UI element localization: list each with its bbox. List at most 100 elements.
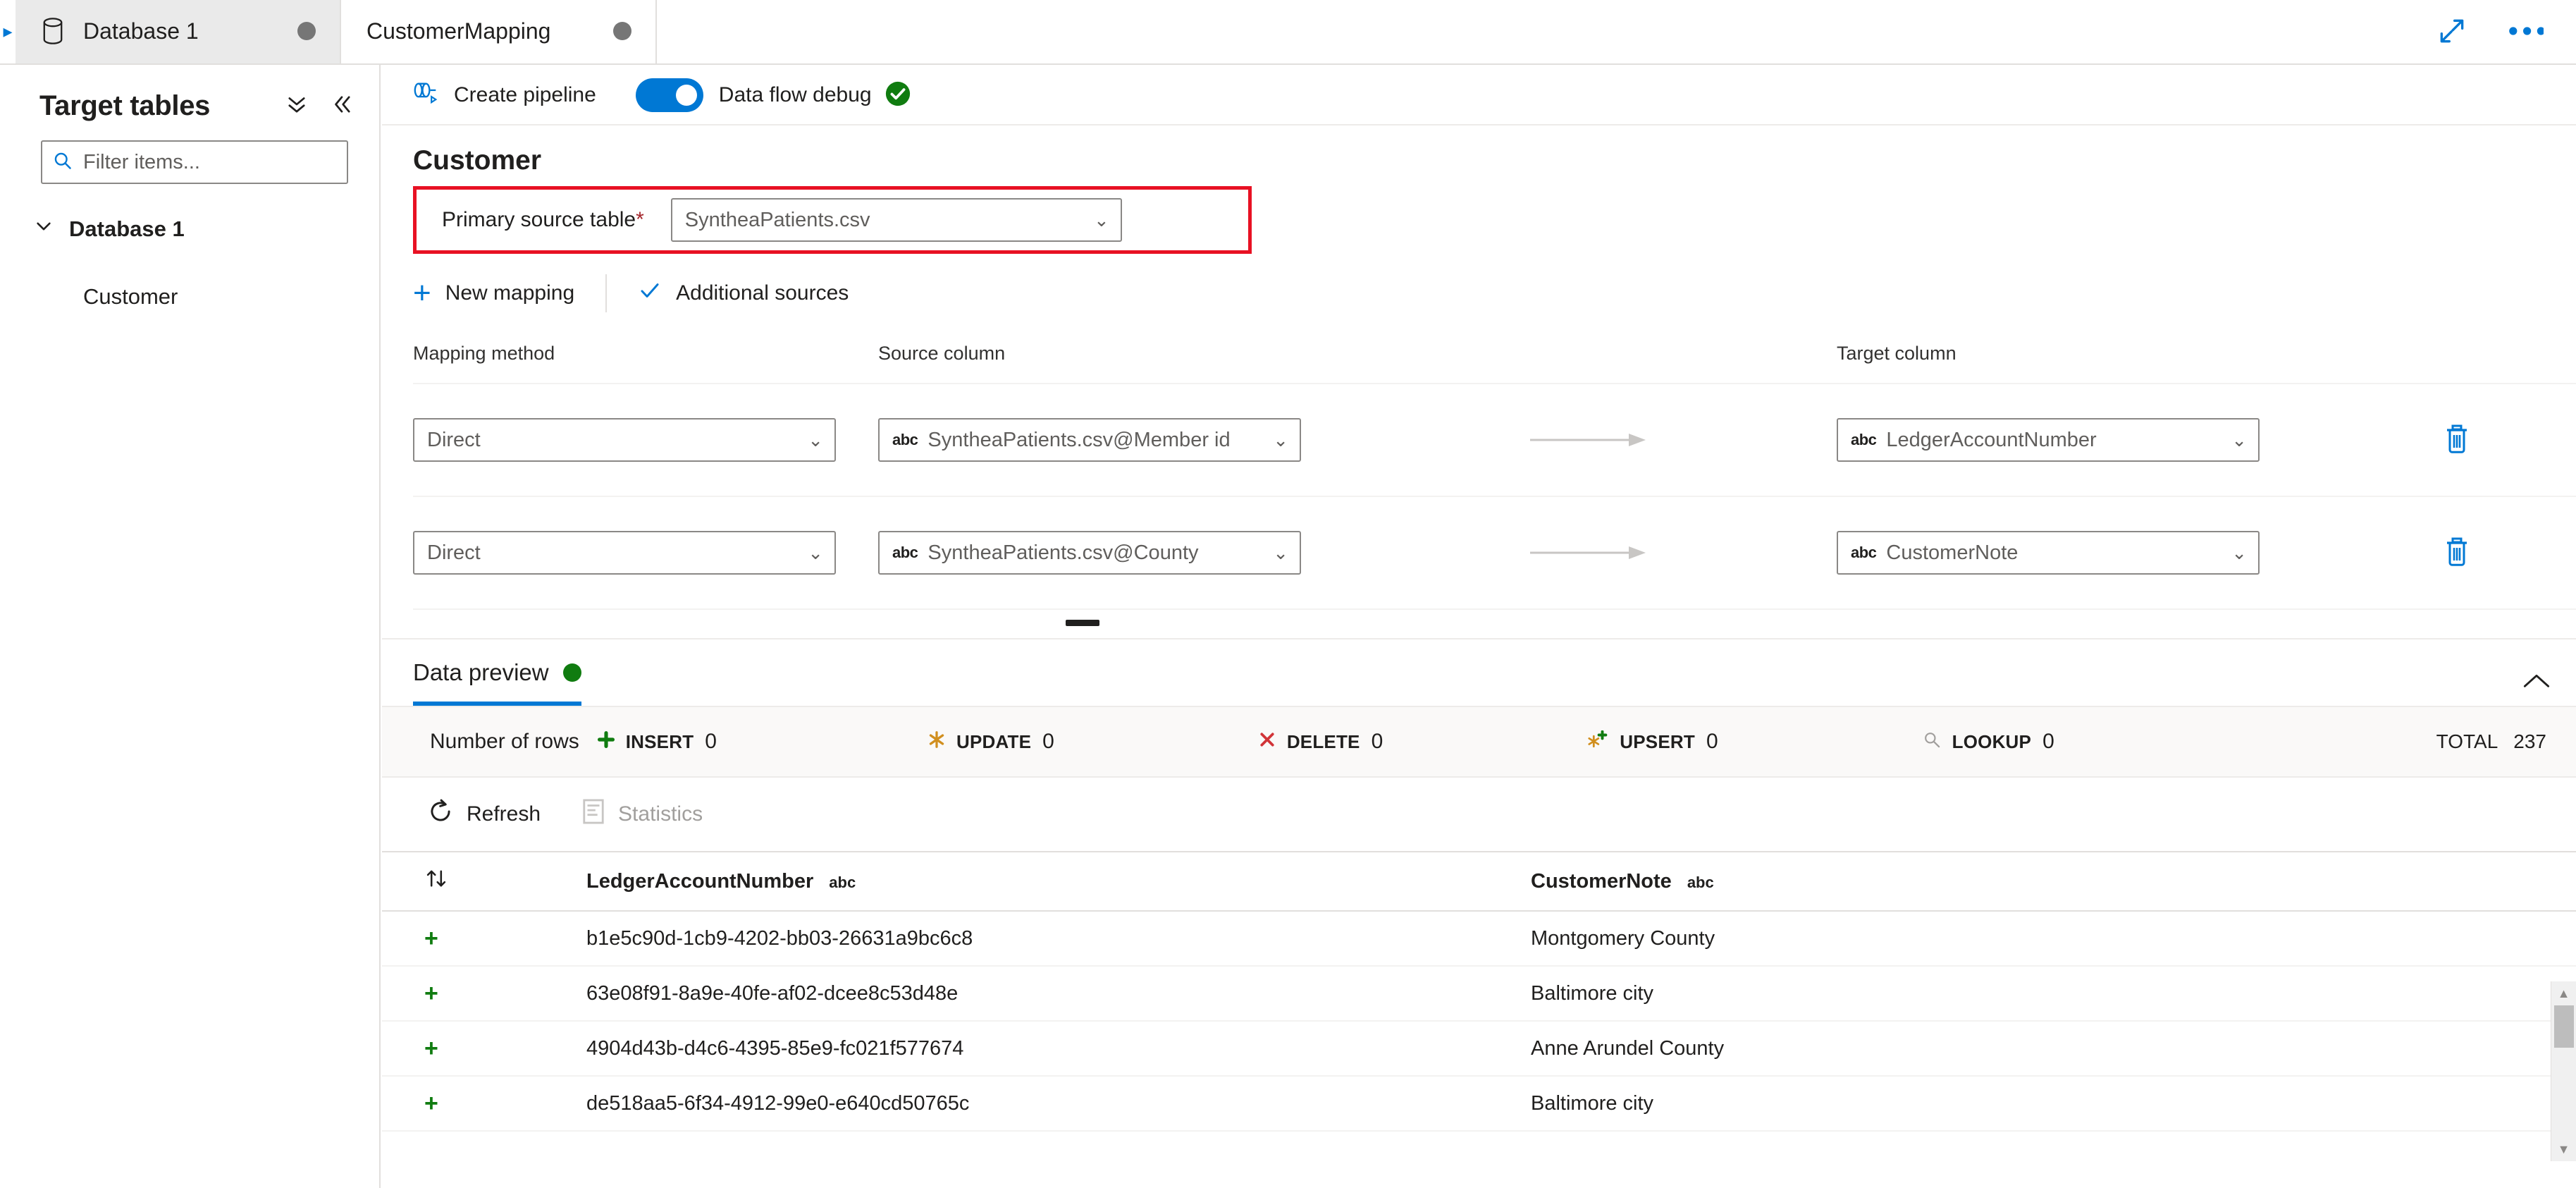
row-op-insert-icon: + (424, 979, 438, 1007)
table-row[interactable]: + 4904d43b-d4c6-4395-85e9-fc021f577674 A… (382, 1022, 2576, 1077)
more-options-icon[interactable] (2506, 25, 2544, 37)
main-pane: Create pipeline Data flow debug Customer… (382, 66, 2576, 1188)
tree-leaf-customer[interactable]: Customer (0, 271, 379, 322)
refresh-icon (427, 798, 454, 831)
tree-leaf-label: Customer (83, 284, 178, 309)
header-target-column: Target column (1837, 343, 1956, 364)
total-key: TOTAL (2436, 730, 2498, 752)
chevron-double-down-icon[interactable] (285, 92, 309, 120)
row-counts-bar: Number of rows INSERT 0 UPDATE 0 DELETE … (382, 707, 2576, 778)
search-icon (1923, 730, 1941, 754)
sort-icon[interactable] (424, 866, 586, 896)
chevron-up-icon[interactable] (2522, 671, 2576, 706)
check-circle-icon (885, 80, 911, 111)
trash-icon[interactable] (2443, 536, 2471, 570)
mapping-method-dropdown[interactable]: Direct ⌄ (413, 418, 836, 462)
chevron-double-left-icon[interactable] (330, 92, 354, 120)
column-header-customernote[interactable]: CustomerNote abc (1531, 870, 2576, 893)
count-key: DELETE (1286, 730, 1360, 752)
chevron-down-icon: ⌄ (2231, 429, 2247, 451)
tab-label: Database 1 (83, 18, 199, 44)
cell-ledgeraccountnumber: b1e5c90d-1cb9-4202-bb03-26631a9bc6c8 (586, 926, 973, 950)
primary-source-table-dropdown[interactable]: SyntheaPatients.csv ⌄ (670, 198, 1122, 242)
tab-database-1[interactable]: Database 1 (16, 0, 340, 63)
source-column-dropdown[interactable]: abc SyntheaPatients.csv@County ⌄ (878, 531, 1301, 575)
table-row[interactable]: + de518aa5-6f34-4912-99e0-e640cd50765c B… (382, 1077, 2576, 1132)
data-preview-section: Data preview Number of rows INSERT 0 UPD… (382, 638, 2576, 1132)
asterisk-icon (928, 730, 945, 753)
panel-splitter[interactable] (413, 610, 1752, 635)
row-op-insert-icon: + (424, 924, 438, 952)
type-abc-icon: abc (829, 873, 856, 891)
tab-data-preview[interactable]: Data preview (413, 659, 581, 706)
cell-ledgeraccountnumber: 63e08f91-8a9e-40fe-af02-dcee8c53d48e (586, 981, 959, 1005)
create-pipeline-button[interactable]: Create pipeline (413, 80, 596, 110)
chevron-down-icon: ⌄ (2231, 541, 2247, 563)
cell-customernote: Baltimore city (1531, 981, 1654, 1005)
primary-source-table-value: SyntheaPatients.csv (684, 208, 870, 231)
chevron-down-icon[interactable] (34, 216, 54, 242)
source-column-dropdown[interactable]: abc SyntheaPatients.csv@Member id ⌄ (878, 418, 1301, 462)
new-mapping-button[interactable]: + New mapping (413, 278, 574, 309)
tab-scroll-left-icon[interactable]: ▸ (0, 0, 16, 63)
type-abc-icon: abc (1687, 873, 1714, 891)
window-tools (2436, 0, 2576, 63)
chevron-down-icon: ⌄ (808, 429, 823, 451)
cell-customernote: Baltimore city (1531, 1091, 1654, 1115)
mapping-method-dropdown[interactable]: Direct ⌄ (413, 531, 836, 575)
refresh-button[interactable]: Refresh (427, 798, 541, 831)
scroll-down-icon[interactable]: ▼ (2551, 1137, 2576, 1161)
header-spacer (1343, 343, 1837, 365)
data-preview-tabbar: Data preview (382, 639, 2576, 707)
cell-customernote: Anne Arundel County (1531, 1036, 1725, 1060)
expand-icon[interactable] (2436, 16, 2467, 47)
count-value: 0 (705, 730, 717, 753)
target-column-dropdown[interactable]: abc CustomerNote ⌄ (1837, 531, 2260, 575)
table-header-row: LedgerAccountNumber abc CustomerNote abc (382, 852, 2576, 912)
statistics-button[interactable]: Statistics (581, 798, 703, 831)
count-value: 0 (2042, 730, 2054, 753)
refresh-label: Refresh (467, 802, 541, 826)
count-value: 0 (1706, 730, 1718, 753)
total-value: 237 (2513, 730, 2546, 752)
search-icon (52, 150, 73, 175)
cell-ledgeraccountnumber: 4904d43b-d4c6-4395-85e9-fc021f577674 (586, 1036, 964, 1060)
trash-icon[interactable] (2443, 423, 2471, 458)
data-flow-debug-toggle[interactable] (635, 78, 703, 112)
tab-label: CustomerMapping (366, 18, 551, 44)
cell-ledgeraccountnumber: de518aa5-6f34-4912-99e0-e640cd50765c (586, 1091, 970, 1115)
count-value: 0 (1042, 730, 1054, 753)
filter-items-field[interactable] (41, 140, 349, 184)
create-pipeline-label: Create pipeline (454, 83, 596, 106)
type-abc-icon: abc (892, 431, 918, 448)
command-bar: Create pipeline Data flow debug (382, 66, 2576, 125)
asterisk-plus-icon (1587, 730, 1608, 754)
table-row[interactable]: + b1e5c90d-1cb9-4202-bb03-26631a9bc6c8 M… (382, 912, 2576, 967)
data-preview-toolbar: Refresh Statistics (382, 778, 2576, 851)
additional-sources-button[interactable]: Additional sources (638, 278, 849, 308)
filter-input[interactable] (83, 150, 349, 174)
scroll-up-icon[interactable]: ▲ (2551, 981, 2576, 1005)
row-op-insert-icon: + (424, 1089, 438, 1117)
target-tables-sidebar: Target tables Database 1 Custo (0, 65, 381, 1188)
number-of-rows-label: Number of rows (430, 730, 579, 753)
scrollbar-thumb[interactable] (2554, 1005, 2574, 1048)
column-header-ledgeraccountnumber[interactable]: LedgerAccountNumber abc (586, 870, 1531, 893)
count-lookup: LOOKUP 0 (1923, 730, 2054, 754)
target-column-dropdown[interactable]: abc LedgerAccountNumber ⌄ (1837, 418, 2260, 462)
tab-customermapping[interactable]: CustomerMapping (340, 0, 657, 63)
table-row[interactable]: + 63e08f91-8a9e-40fe-af02-dcee8c53d48e B… (382, 967, 2576, 1022)
plus-icon (597, 730, 615, 753)
mapping-grid-header: Mapping method Source column Target colu… (413, 327, 2576, 384)
mapping-arrow (1343, 431, 1837, 448)
count-total: TOTAL 237 (2436, 730, 2546, 753)
splitter-handle[interactable] (1066, 619, 1099, 626)
chevron-down-icon: ⌄ (1273, 541, 1288, 563)
row-op-insert-icon: + (424, 1034, 438, 1062)
target-column-value: LedgerAccountNumber (1886, 428, 2097, 451)
table-vertical-scrollbar[interactable]: ▲ ▼ (2551, 981, 2576, 1161)
tree-node-database-1[interactable]: Database 1 (0, 204, 379, 255)
source-column-value: SyntheaPatients.csv@County (928, 541, 1199, 564)
count-delete: DELETE 0 (1259, 730, 1383, 754)
column-name: CustomerNote (1531, 869, 1672, 893)
